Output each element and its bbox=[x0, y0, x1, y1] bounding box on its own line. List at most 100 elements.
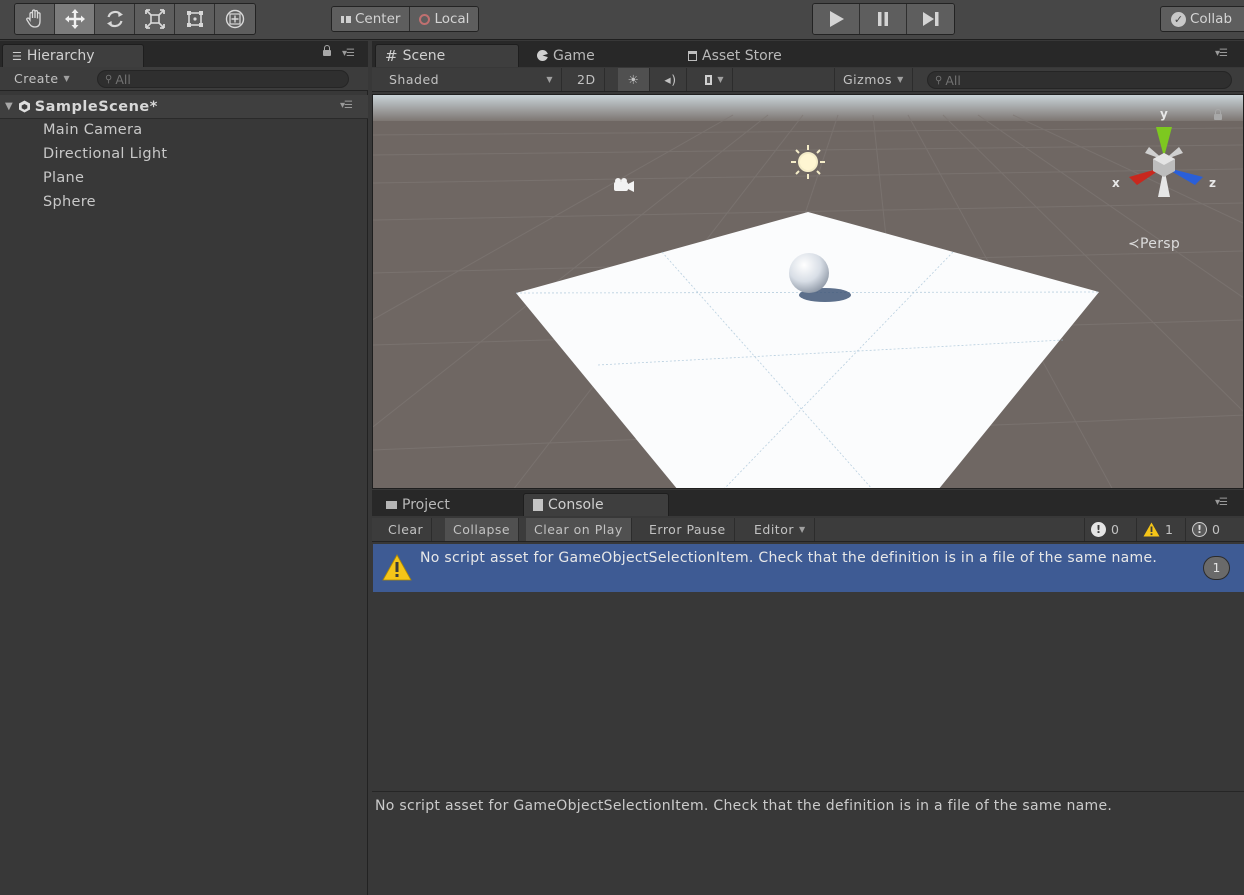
unity-scene-icon bbox=[18, 100, 31, 113]
search-icon: ⚲ bbox=[105, 73, 113, 85]
axis-y-label: y bbox=[1160, 107, 1168, 121]
editor-dropdown[interactable]: Editor ▼ bbox=[746, 518, 815, 541]
dropdown-arrow-icon: ▼ bbox=[897, 75, 904, 84]
transform-tools bbox=[14, 3, 256, 35]
play-icon[interactable] bbox=[813, 4, 860, 34]
folder-icon bbox=[386, 500, 397, 509]
collab-label: Collab bbox=[1190, 11, 1233, 27]
scene-menu-icon[interactable]: ▾☰ bbox=[340, 100, 353, 111]
hierarchy-tabbar: ☰ Hierarchy ▾☰ bbox=[0, 41, 368, 67]
orientation-gizmo-icon[interactable]: y x z bbox=[1109, 105, 1219, 215]
pivot-local-button[interactable]: Local bbox=[410, 7, 479, 31]
gizmos-dropdown[interactable]: Gizmos ▼ bbox=[834, 68, 913, 91]
space-label: Local bbox=[434, 11, 470, 27]
hierarchy-item-directional-light[interactable]: Directional Light bbox=[43, 146, 167, 162]
pacman-icon bbox=[537, 50, 548, 61]
pivot-center-button[interactable]: Center bbox=[332, 7, 411, 31]
editor-label: Editor bbox=[754, 522, 794, 537]
error-count: 0 bbox=[1111, 522, 1119, 537]
gizmo-lock-icon[interactable] bbox=[1214, 109, 1222, 120]
panel-menu-icon[interactable]: ▾☰ bbox=[1215, 497, 1228, 508]
hierarchy-toolbar: Create ▼ ⚲ All bbox=[0, 67, 368, 91]
scene-tabbar: # Scene Game Asset Store ▾☰ bbox=[372, 41, 1244, 67]
error-pause-toggle[interactable]: Error Pause bbox=[641, 518, 735, 541]
shading-mode-dropdown[interactable]: Shaded ▼ bbox=[381, 68, 562, 91]
console-tab-label: Console bbox=[548, 497, 604, 513]
warning-count-toggle[interactable]: 1 bbox=[1136, 518, 1179, 541]
gizmos-label: Gizmos bbox=[843, 72, 893, 87]
scene-tab-label: Scene bbox=[402, 48, 446, 64]
rotate-tool-icon[interactable] bbox=[95, 4, 135, 34]
info-count-toggle[interactable]: ! 0 bbox=[1185, 518, 1226, 541]
scene-toolbar: Shaded ▼ 2D ☀ ◂) ▼ Gizmos ▼ ⚲ All bbox=[372, 68, 1244, 92]
scale-tool-icon[interactable] bbox=[135, 4, 175, 34]
projection-toggle[interactable]: ≺Persp bbox=[1128, 236, 1180, 252]
lock-icon[interactable] bbox=[323, 45, 331, 56]
hierarchy-search-input[interactable]: ⚲ All bbox=[97, 70, 349, 88]
audio-icon[interactable]: ◂) bbox=[655, 68, 687, 91]
panel-menu-icon[interactable]: ▾☰ bbox=[1215, 48, 1228, 59]
dropdown-arrow-icon: ▼ bbox=[799, 525, 806, 534]
console-panel: Project Console ▾☰ Clear Collapse Clear … bbox=[372, 490, 1244, 895]
tab-console[interactable]: Console bbox=[523, 493, 669, 516]
2d-toggle[interactable]: 2D bbox=[569, 68, 605, 91]
panel-menu-icon[interactable]: ▾☰ bbox=[342, 48, 355, 59]
hand-tool-icon[interactable] bbox=[15, 4, 55, 34]
search-placeholder: All bbox=[115, 71, 131, 87]
sun-icon[interactable]: ☀ bbox=[618, 68, 650, 91]
scene-viewport[interactable]: y x z ≺Persp bbox=[372, 94, 1244, 489]
scene-name: SampleScene* bbox=[34, 98, 158, 115]
log-message: No script asset for GameObjectSelectionI… bbox=[420, 550, 1158, 566]
tab-scene[interactable]: # Scene bbox=[375, 44, 519, 67]
scene-search-input[interactable]: ⚲ All bbox=[927, 71, 1232, 89]
clear-button[interactable]: Clear bbox=[380, 518, 433, 541]
error-count-toggle[interactable]: ! 0 bbox=[1084, 518, 1125, 541]
hierarchy-item-plane[interactable]: Plane bbox=[43, 170, 84, 186]
tab-hierarchy[interactable]: ☰ Hierarchy bbox=[2, 44, 144, 67]
pivot-label: Center bbox=[355, 11, 401, 27]
hierarchy-item-sphere[interactable]: Sphere bbox=[43, 194, 96, 210]
collab-button[interactable]: ✓ Collab bbox=[1160, 6, 1244, 32]
clear-on-play-toggle[interactable]: Clear on Play bbox=[526, 518, 632, 541]
step-icon[interactable] bbox=[907, 4, 954, 34]
dropdown-arrow-icon: ▼ bbox=[546, 75, 553, 84]
check-icon: ✓ bbox=[1171, 11, 1186, 27]
axis-x-label: x bbox=[1112, 176, 1120, 190]
rect-tool-icon[interactable] bbox=[175, 4, 215, 34]
tab-project[interactable]: Project bbox=[377, 493, 450, 516]
playback-controls bbox=[812, 3, 955, 35]
console-tabbar: Project Console ▾☰ bbox=[372, 490, 1244, 516]
center-icon bbox=[341, 15, 351, 23]
info-count: 0 bbox=[1212, 522, 1220, 537]
create-dropdown[interactable]: Create ▼ bbox=[6, 67, 78, 90]
effects-dropdown[interactable]: ▼ bbox=[697, 68, 733, 91]
asset-store-tab-label: Asset Store bbox=[702, 47, 782, 64]
warning-count: 1 bbox=[1165, 522, 1173, 537]
foldout-arrow-icon[interactable]: ▼ bbox=[5, 101, 13, 112]
pause-icon[interactable] bbox=[860, 4, 907, 34]
transform-tool-icon[interactable] bbox=[215, 4, 255, 34]
collapse-toggle[interactable]: Collapse bbox=[445, 518, 520, 541]
console-log-row[interactable]: No script asset for GameObjectSelectionI… bbox=[373, 544, 1244, 592]
hierarchy-item-main-camera[interactable]: Main Camera bbox=[43, 122, 142, 138]
console-toolbar: Clear Collapse Clear on Play Error Pause… bbox=[372, 518, 1244, 542]
shading-mode-label: Shaded bbox=[389, 72, 440, 87]
search-icon: ⚲ bbox=[935, 74, 943, 86]
log-count-badge: 1 bbox=[1203, 556, 1230, 580]
tab-game[interactable]: Game bbox=[528, 44, 595, 67]
projection-label: Persp bbox=[1140, 236, 1181, 252]
axis-z-label: z bbox=[1209, 176, 1216, 190]
create-label: Create bbox=[14, 71, 59, 86]
hierarchy-tab-label: Hierarchy bbox=[26, 48, 95, 64]
grid-icon: # bbox=[385, 47, 398, 65]
tab-asset-store[interactable]: Asset Store bbox=[679, 44, 782, 67]
scene-root-row[interactable]: ▼ SampleScene* ▾☰ bbox=[0, 95, 368, 119]
error-icon: ! bbox=[1091, 522, 1106, 537]
dropdown-arrow-icon: ▼ bbox=[63, 74, 71, 83]
persp-arrow-icon: ≺ bbox=[1128, 236, 1141, 252]
move-tool-icon[interactable] bbox=[55, 4, 95, 34]
scene-panel: # Scene Game Asset Store ▾☰ Shaded ▼ 2D … bbox=[372, 41, 1244, 489]
hierarchy-panel: ☰ Hierarchy ▾☰ Create ▼ ⚲ All ▼ SampleSce… bbox=[0, 41, 368, 895]
hierarchy-list-icon: ☰ bbox=[12, 49, 22, 63]
console-detail-text[interactable]: No script asset for GameObjectSelectionI… bbox=[372, 791, 1244, 895]
